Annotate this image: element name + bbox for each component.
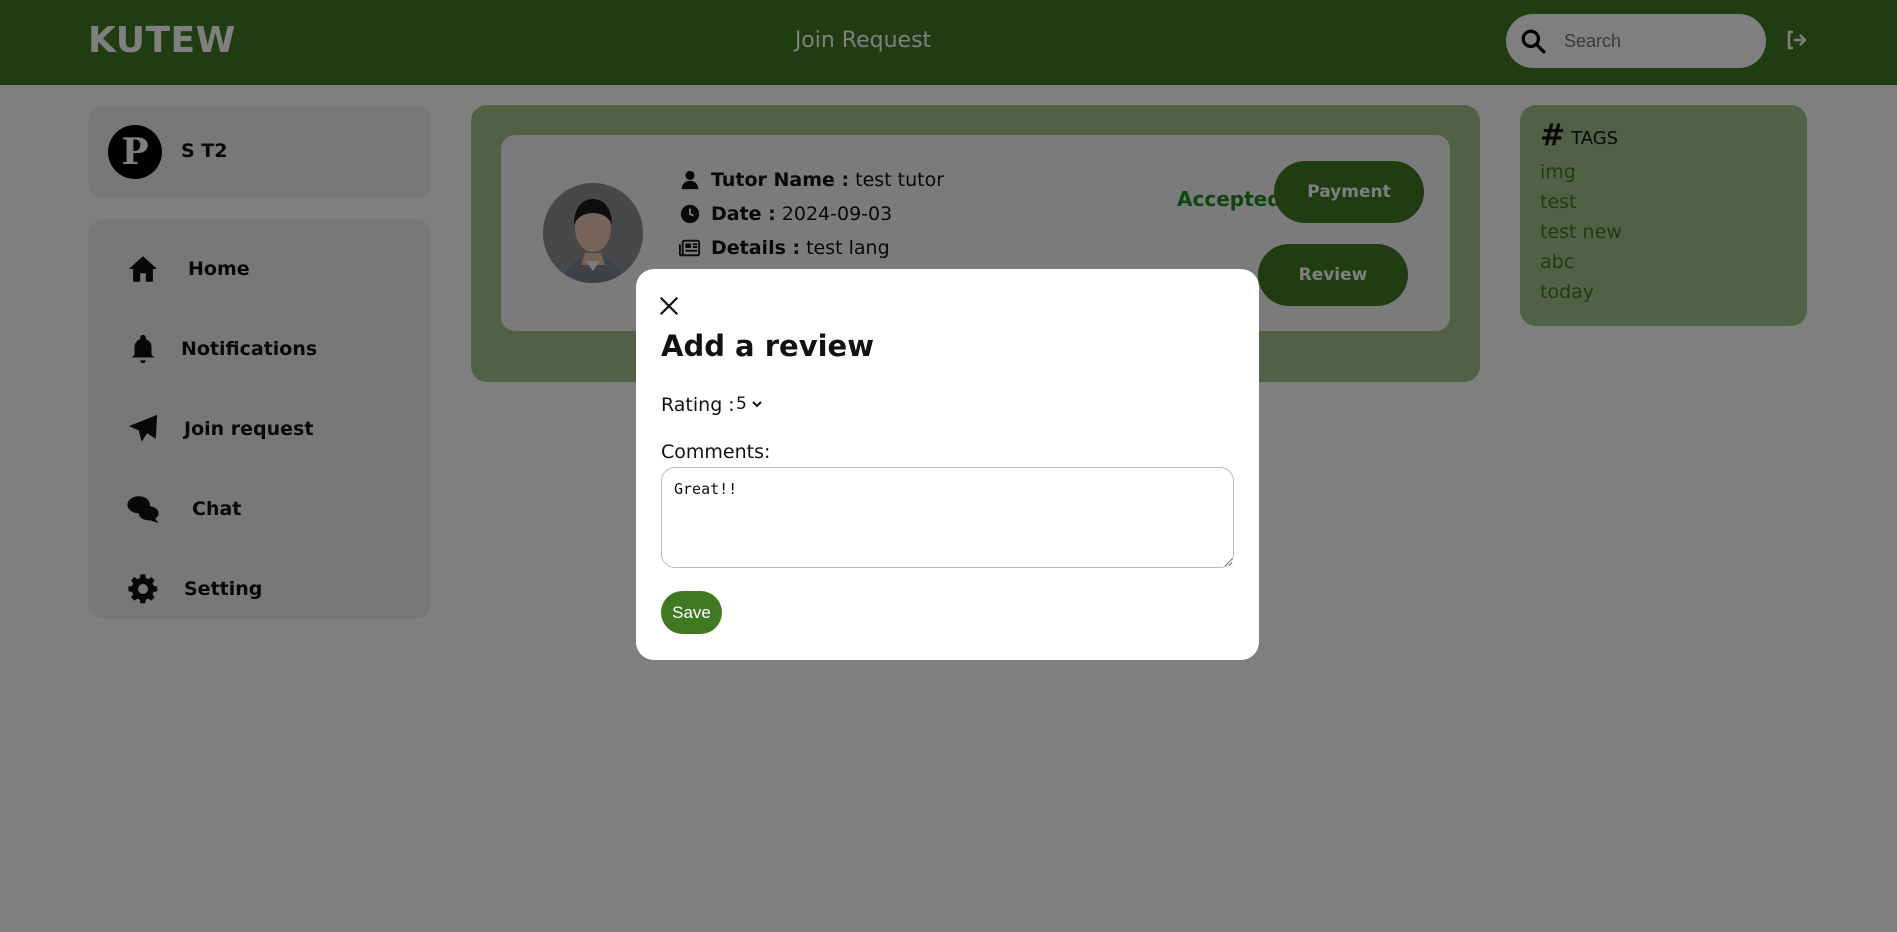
comments-field[interactable]: Great!!	[661, 467, 1234, 568]
save-button[interactable]: Save	[661, 591, 722, 634]
rating-label: Rating :	[661, 394, 735, 416]
review-modal: Add a review Rating : 5 Comments: Great!…	[636, 269, 1259, 660]
chevron-down-icon	[752, 401, 762, 408]
comments-label: Comments:	[661, 441, 771, 463]
rating-value: 5	[736, 394, 747, 414]
rating-select[interactable]: 5	[736, 394, 763, 414]
modal-title: Add a review	[661, 329, 874, 363]
close-icon[interactable]	[658, 295, 680, 317]
